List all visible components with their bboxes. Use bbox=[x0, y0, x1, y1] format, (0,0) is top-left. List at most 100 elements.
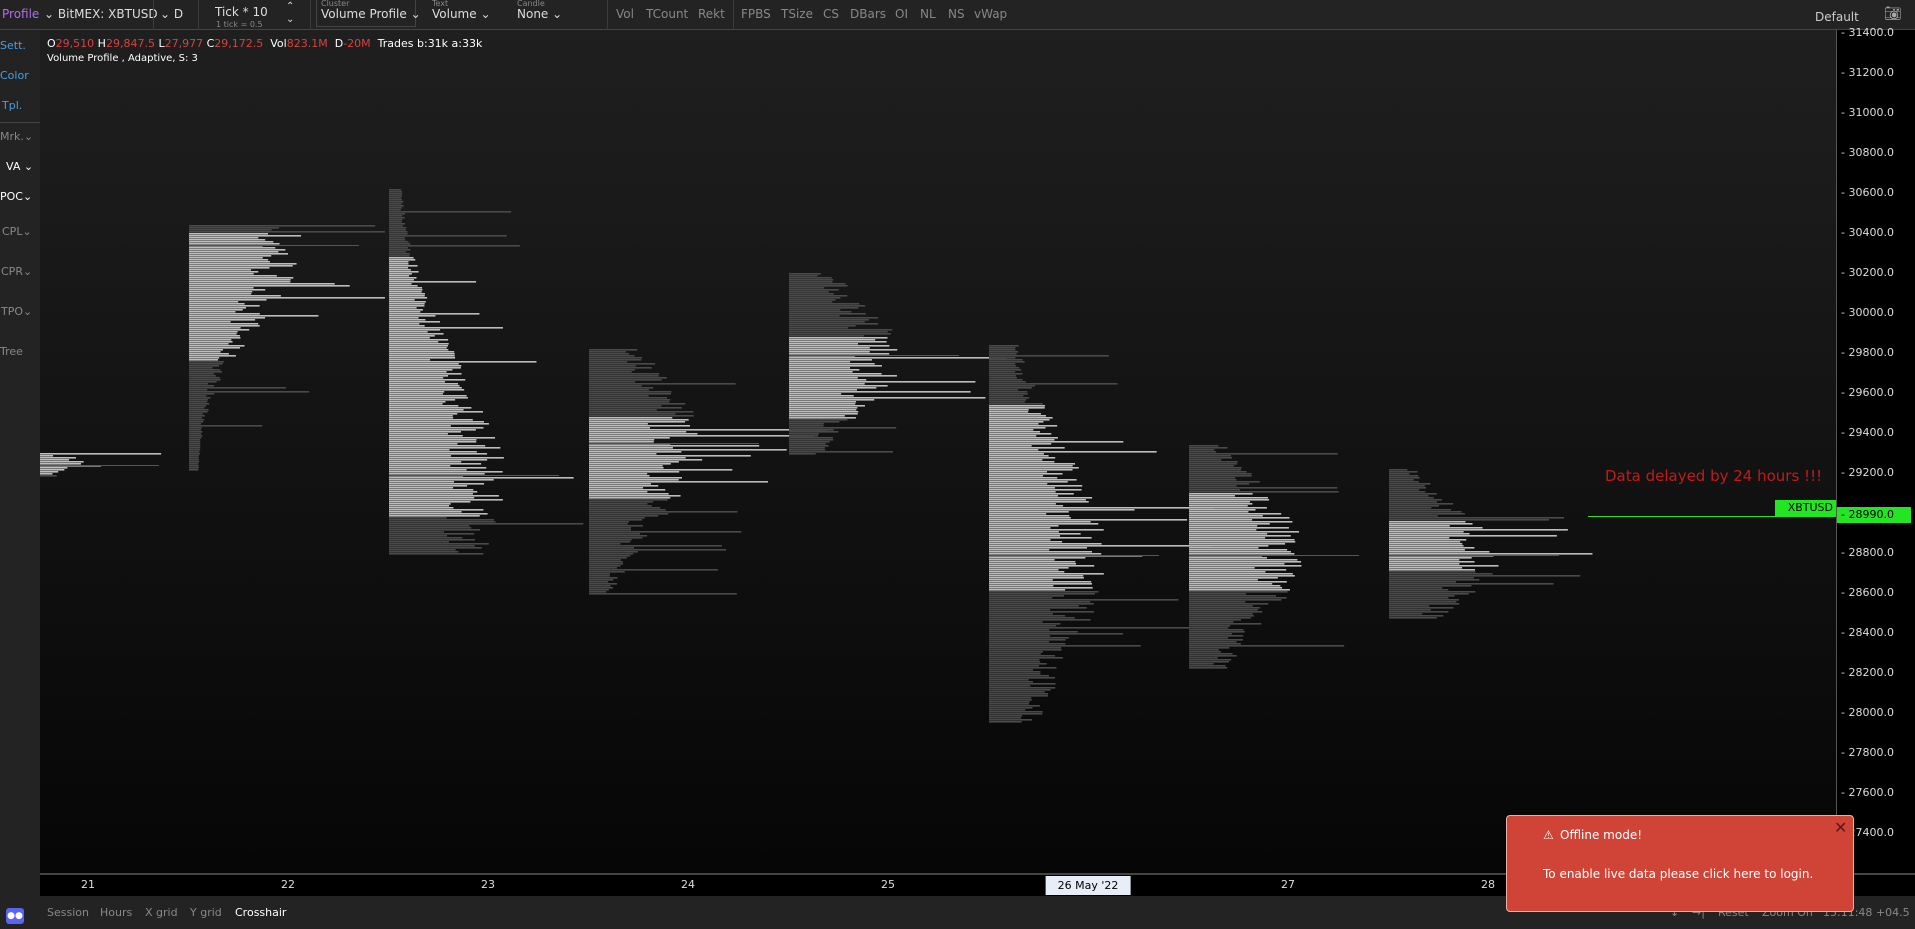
profile-row bbox=[789, 371, 853, 373]
profile-row bbox=[989, 407, 1045, 409]
sidebar-color[interactable]: Color bbox=[0, 69, 29, 82]
offline-toast[interactable]: ⚠ Offline mode! To enable live data plea… bbox=[1506, 815, 1854, 912]
toggle-y-grid[interactable]: Y grid bbox=[190, 906, 222, 919]
profile-row bbox=[389, 353, 455, 355]
toggle-vwap[interactable]: vWap bbox=[974, 7, 1007, 21]
tick-up-icon[interactable]: ⌃ bbox=[286, 1, 294, 12]
profile-row bbox=[1389, 553, 1593, 555]
profile-row bbox=[589, 521, 630, 523]
profile-row bbox=[789, 415, 845, 417]
toggle-fpbs[interactable]: FPBS bbox=[741, 7, 771, 21]
profile-row bbox=[989, 545, 1212, 547]
profile-row bbox=[189, 325, 260, 327]
symbol-selector[interactable]: ⌄ BitMEX: XBTUSD bbox=[44, 7, 158, 21]
profile-row bbox=[1389, 523, 1473, 525]
profile-row bbox=[389, 281, 477, 283]
sidebar-markers[interactable]: Mrk.⌄ bbox=[0, 130, 33, 143]
profile-row bbox=[989, 375, 1016, 377]
candle-selector[interactable]: Candle None ⌄ bbox=[515, 0, 595, 27]
price-axis[interactable]: - 31400.0 - 31200.0 - 31000.0 - 30800.0 - 30… bbox=[1836, 26, 1915, 873]
chart-area[interactable]: O29,510 H29,847.5 L27,977 C29,172.5 Vol8… bbox=[40, 30, 1836, 873]
profile-row bbox=[389, 275, 410, 277]
toggle-dbars[interactable]: DBars bbox=[850, 7, 886, 21]
profile-row bbox=[1189, 505, 1248, 507]
sidebar-cpr[interactable]: CPR⌄ bbox=[1, 265, 32, 278]
sidebar-tree[interactable]: Tree bbox=[0, 345, 23, 358]
profile-row bbox=[589, 539, 632, 541]
profile-row bbox=[1189, 603, 1269, 605]
profile-row bbox=[789, 359, 872, 361]
profile-row bbox=[789, 303, 860, 305]
toggle-hours[interactable]: Hours bbox=[100, 906, 132, 919]
profile-row bbox=[989, 489, 1082, 491]
profile-row bbox=[189, 295, 281, 297]
profile-row bbox=[389, 495, 499, 497]
sidebar-poc[interactable]: POC⌄ bbox=[0, 190, 32, 203]
profile-row bbox=[789, 319, 869, 321]
profile-row bbox=[989, 665, 1040, 667]
profile-row bbox=[989, 365, 1017, 367]
profile-row bbox=[589, 425, 691, 427]
profile-row bbox=[989, 443, 1052, 445]
profile-row bbox=[189, 331, 238, 333]
toggle-tsize[interactable]: TSize bbox=[781, 7, 813, 21]
profile-row bbox=[989, 451, 1157, 453]
toggle-x-grid[interactable]: X grid bbox=[145, 906, 178, 919]
toggle-oi[interactable]: OI bbox=[895, 7, 908, 21]
toggle-crosshair[interactable]: Crosshair bbox=[235, 906, 286, 919]
profile-row bbox=[389, 471, 503, 473]
profile-row bbox=[1389, 529, 1568, 531]
profile-row bbox=[589, 407, 682, 409]
toggle-vol[interactable]: Vol bbox=[616, 7, 634, 21]
profile-row bbox=[789, 385, 888, 387]
profile-row bbox=[1189, 597, 1287, 599]
profile-row bbox=[989, 511, 1069, 513]
profile-row bbox=[389, 457, 504, 459]
toggle-ns[interactable]: NS bbox=[948, 7, 965, 21]
profile-row bbox=[589, 561, 623, 563]
login-link[interactable]: To enable live data please click here to… bbox=[1543, 867, 1813, 881]
profile-row bbox=[1389, 595, 1455, 597]
profile-row bbox=[989, 565, 1095, 567]
profile-row bbox=[189, 447, 201, 449]
cluster-selector[interactable]: Cluster Volume Profile ⌄ bbox=[316, 0, 421, 27]
sidebar-tpo[interactable]: TPO⌄ bbox=[1, 305, 32, 318]
layout-selector[interactable]: Default bbox=[1815, 10, 1859, 24]
profile-row bbox=[1389, 587, 1443, 589]
profile-row bbox=[189, 313, 260, 315]
profile-button[interactable]: Profile bbox=[2, 7, 39, 21]
toggle-nl[interactable]: NL bbox=[920, 7, 936, 21]
discord-icon[interactable]: ●● bbox=[6, 908, 24, 924]
close-icon[interactable]: ✕ bbox=[1834, 818, 1847, 837]
profile-row bbox=[1189, 513, 1282, 515]
sidebar-va[interactable]: VA ⌄ bbox=[6, 160, 33, 173]
profile-row bbox=[989, 397, 1030, 399]
profile-row bbox=[589, 399, 671, 401]
profile-row bbox=[189, 283, 335, 285]
sidebar-cpl[interactable]: CPL⌄ bbox=[2, 225, 32, 238]
profile-row bbox=[1389, 551, 1490, 553]
profile-row bbox=[589, 533, 641, 535]
profile-row bbox=[989, 405, 1046, 407]
camera-icon[interactable]: 📷︎ bbox=[1884, 6, 1902, 22]
toggle-rekt[interactable]: Rekt bbox=[698, 7, 725, 21]
timeframe-selector[interactable]: ⌄ D bbox=[160, 7, 183, 21]
profile-row bbox=[389, 193, 403, 195]
sidebar-settings[interactable]: Sett. bbox=[0, 39, 26, 52]
profile-row bbox=[989, 689, 1051, 691]
profile-row bbox=[389, 189, 401, 191]
profile-row bbox=[589, 573, 610, 575]
profile-row bbox=[989, 519, 1188, 521]
toggle-cs[interactable]: CS bbox=[823, 7, 839, 21]
profile-row bbox=[189, 311, 236, 313]
profile-row bbox=[989, 649, 1062, 651]
toggle-tcount[interactable]: TCount bbox=[646, 7, 688, 21]
text-selector[interactable]: Text Volume ⌄ bbox=[430, 0, 510, 27]
toggle-session[interactable]: Session bbox=[47, 906, 89, 919]
profile-row bbox=[1189, 637, 1229, 639]
sidebar-template[interactable]: Tpl. bbox=[2, 99, 22, 112]
profile-row bbox=[389, 231, 408, 233]
profile-row bbox=[389, 199, 403, 201]
profile-row bbox=[389, 289, 423, 291]
tick-down-icon[interactable]: ⌄ bbox=[286, 14, 294, 25]
